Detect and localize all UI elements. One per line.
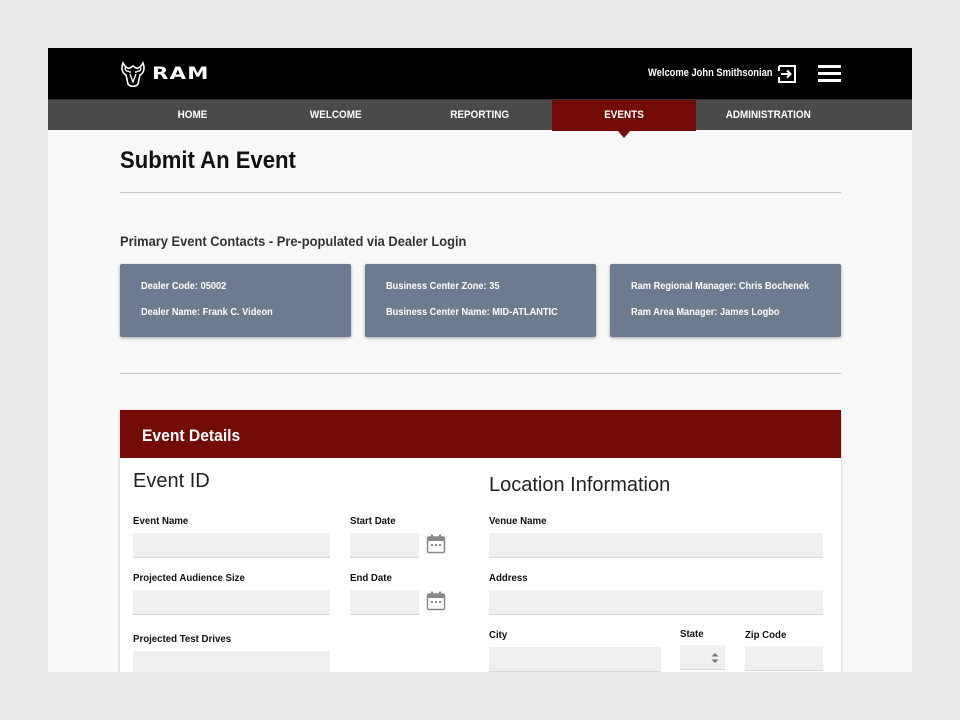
business-center-name: Business Center Name: MID-ATLANTIC [386,306,558,318]
area-manager: Ram Area Manager: James Logbo [631,306,780,318]
zip-code-input[interactable] [745,646,823,671]
city-label: City [489,629,508,641]
audience-size-label: Projected Audience Size [133,572,245,584]
contacts-divider [120,373,841,374]
event-details-panel: Event Details Event ID Location Informat… [120,410,841,672]
nav-item-home[interactable]: HOME [120,100,264,131]
contact-card-dealer: Dealer Code: 05002 Dealer Name: Frank C.… [120,264,351,337]
nav-item-events[interactable]: EVENTS [552,100,696,138]
brand-wordmark: RAM [152,64,210,84]
contacts-heading: Primary Event Contacts - Pre-populated v… [120,233,467,249]
nav-item-administration[interactable]: ADMINISTRATION [696,100,840,131]
page-title: Submit An Event [120,147,296,174]
zip-code-label: Zip Code [745,629,787,641]
nav-item-welcome[interactable]: WELCOME [264,100,408,131]
main-nav: HOME WELCOME REPORTING EVENTS ADMINISTRA… [48,99,912,138]
ram-head-icon [121,61,145,88]
test-drives-input[interactable] [133,651,330,672]
title-divider [120,192,841,193]
city-input[interactable] [489,647,661,672]
end-date-calendar-icon[interactable] [426,591,446,611]
start-date-calendar-icon[interactable] [426,534,446,554]
audience-size-input[interactable] [133,590,330,615]
event-name-label: Event Name [133,515,189,527]
start-date-input[interactable] [350,533,419,558]
end-date-label: End Date [350,572,392,584]
event-details-title: Event Details [142,426,241,445]
test-drives-label: Projected Test Drives [133,633,232,645]
event-name-input[interactable] [133,533,330,558]
welcome-text: Welcome John Smithsonian [648,67,773,79]
state-stepper-icon[interactable] [710,651,720,665]
dealer-code: Dealer Code: 05002 [141,280,227,292]
event-id-heading: Event ID [133,470,210,492]
contact-card-managers: Ram Regional Manager: Chris Bochenek Ram… [610,264,841,337]
event-details-header: Event Details [120,410,841,458]
address-label: Address [489,572,528,584]
start-date-label: Start Date [350,515,396,527]
logout-icon[interactable] [777,64,797,84]
business-center-zone: Business Center Zone: 35 [386,280,500,292]
location-info-heading: Location Information [489,474,671,496]
nav-item-reporting[interactable]: REPORTING [408,100,552,131]
ram-logo[interactable]: RAM [120,60,208,88]
venue-name-label: Venue Name [489,515,547,527]
app-frame: RAM Welcome John Smithsonian HOME WELCOM… [48,48,912,672]
state-label: State [680,628,704,640]
address-input[interactable] [489,590,823,615]
contact-card-business-center: Business Center Zone: 35 Business Center… [365,264,596,337]
top-bar: RAM Welcome John Smithsonian [48,48,912,99]
hamburger-menu-icon[interactable] [818,65,841,82]
regional-manager: Ram Regional Manager: Chris Bochenek [631,280,810,292]
end-date-input[interactable] [350,590,419,615]
venue-name-input[interactable] [489,533,823,558]
dealer-name: Dealer Name: Frank C. Videon [141,306,273,318]
